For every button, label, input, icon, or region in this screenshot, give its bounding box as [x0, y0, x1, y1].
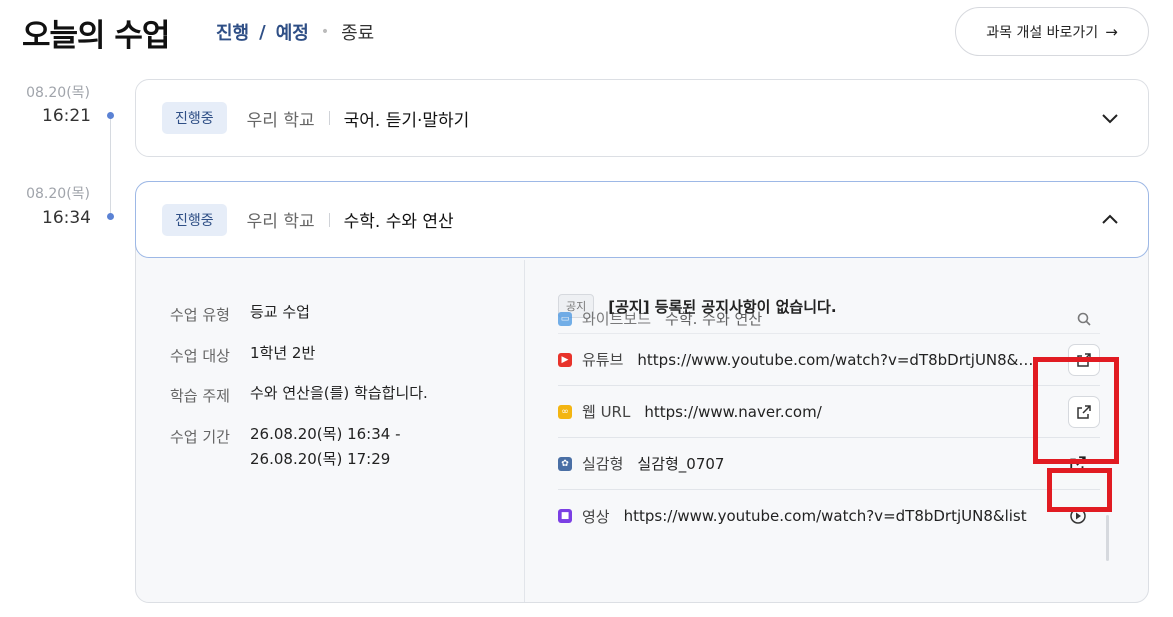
timeline-dot — [107, 213, 114, 220]
info-row-topic: 학습 주제 수와 연산을(를) 학습합니다. — [170, 384, 428, 406]
resource-value: https://www.youtube.com/watch?v=dT8bDrtj… — [637, 350, 1038, 369]
resource-list: ▭ 와이트보드 수학. 수와 연산 ▶ 유튜브 https://www.yout… — [558, 310, 1100, 542]
info-row-type: 수업 유형 등교 수업 — [170, 303, 310, 325]
highlight-box — [1033, 357, 1119, 464]
resource-value: 실감형_0707 — [637, 455, 725, 473]
resource-value: https://www.naver.com/ — [644, 402, 822, 421]
lesson-date: 08.20(목) — [26, 186, 90, 202]
highlight-box — [1047, 468, 1112, 512]
info-value: 26.08.20(목) 16:34 - 26.08.20(목) 17:29 — [250, 422, 400, 472]
timeline-dot — [107, 112, 114, 119]
subject-name: 국어. 듣기·말하기 — [343, 110, 470, 131]
info-row-target: 수업 대상 1학년 2반 — [170, 344, 315, 366]
info-value: 1학년 2반 — [250, 344, 316, 362]
lesson-filter-tabs: 진행 / 예정 • 종료 — [216, 19, 374, 45]
period-end: 26.08.20(목) 17:29 — [250, 450, 391, 468]
lesson-date: 08.20(목) — [26, 85, 90, 101]
info-label: 수업 대상 — [170, 347, 230, 365]
video-icon: ■ — [558, 509, 572, 523]
info-row-period: 수업 기간 26.08.20(목) 16:34 - 26.08.20(목) 17… — [170, 425, 400, 472]
vr-icon: ✿ — [558, 456, 572, 471]
resource-value: https://www.youtube.com/watch?v=dT8bDrtj… — [623, 507, 1027, 525]
resource-type: 와이트보드 — [582, 310, 652, 328]
school-name: 우리 학교 — [246, 110, 315, 131]
tab-ended[interactable]: 종료 — [341, 19, 374, 45]
resource-value: 수학. 수와 연산 — [665, 310, 763, 328]
info-value: 등교 수업 — [250, 303, 310, 321]
info-value: 수와 연산을(를) 학습합니다. — [250, 384, 428, 402]
resource-type: 웹 URL — [582, 403, 631, 421]
resource-type: 유튜브 — [582, 351, 624, 369]
chevron-down-icon[interactable] — [1098, 106, 1122, 130]
lesson-info-panel: 수업 유형 등교 수업 수업 대상 1학년 2반 학습 주제 수와 연산을(를)… — [136, 260, 525, 602]
subject-name: 수학. 수와 연산 — [343, 212, 454, 232]
lesson-card-header[interactable]: 진행중 우리 학교 국어. 듣기·말하기 — [136, 80, 1148, 156]
tab-in-progress[interactable]: 진행 — [216, 19, 249, 45]
resource-type: 실감형 — [582, 455, 624, 473]
resource-type: 영상 — [582, 507, 610, 526]
tab-separator: / — [259, 21, 266, 43]
period-start: 26.08.20(목) 16:34 - — [250, 425, 401, 443]
header-divider — [328, 111, 330, 125]
youtube-icon: ▶ — [558, 352, 572, 367]
status-badge: 진행중 — [162, 203, 227, 236]
arrow-right-icon: → — [1105, 22, 1118, 41]
info-label: 학습 주제 — [170, 387, 230, 405]
resource-row-video[interactable]: ■ 영상 https://www.youtube.com/watch?v=dT8… — [558, 490, 1100, 542]
page-title: 오늘의 수업 — [22, 18, 170, 54]
resource-row-whiteboard[interactable]: ▭ 와이트보드 수학. 수와 연산 — [558, 304, 1100, 334]
resource-row-youtube[interactable]: ▶ 유튜브 https://www.youtube.com/watch?v=dT… — [558, 334, 1100, 386]
link-icon: ∞ — [558, 404, 572, 419]
whiteboard-icon: ▭ — [558, 311, 572, 326]
timeline-line — [110, 118, 111, 216]
header-divider — [328, 212, 330, 227]
status-badge: 진행중 — [162, 102, 227, 134]
resource-row-web-url[interactable]: ∞ 웹 URL https://www.naver.com/ — [558, 386, 1100, 438]
shortcut-button-label: 과목 개설 바로가기 — [986, 24, 1099, 41]
info-label: 수업 유형 — [170, 306, 230, 324]
chevron-up-icon[interactable] — [1098, 208, 1122, 232]
info-label: 수업 기간 — [170, 428, 230, 446]
school-name: 우리 학교 — [246, 212, 315, 232]
resource-row-immersive[interactable]: ✿ 실감형 실감형_0707 — [558, 438, 1100, 490]
lesson-card-header[interactable]: 진행중 우리 학교 수학. 수와 연산 — [135, 181, 1149, 258]
search-icon[interactable] — [1068, 304, 1100, 333]
lesson-time: 16:21 — [42, 106, 91, 126]
course-open-shortcut-button[interactable]: 과목 개설 바로가기 → — [955, 7, 1149, 56]
lesson-card-korean: 진행중 우리 학교 국어. 듣기·말하기 — [135, 79, 1149, 157]
tab-scheduled[interactable]: 예정 — [276, 19, 309, 45]
tab-dot-separator: • — [320, 24, 330, 40]
lesson-time: 16:34 — [42, 208, 91, 228]
lesson-card-math: 진행중 우리 학교 수학. 수와 연산 수업 유형 등교 수업 수업 대상 1학… — [135, 181, 1149, 603]
resource-list-scrollbar[interactable] — [1106, 515, 1109, 561]
